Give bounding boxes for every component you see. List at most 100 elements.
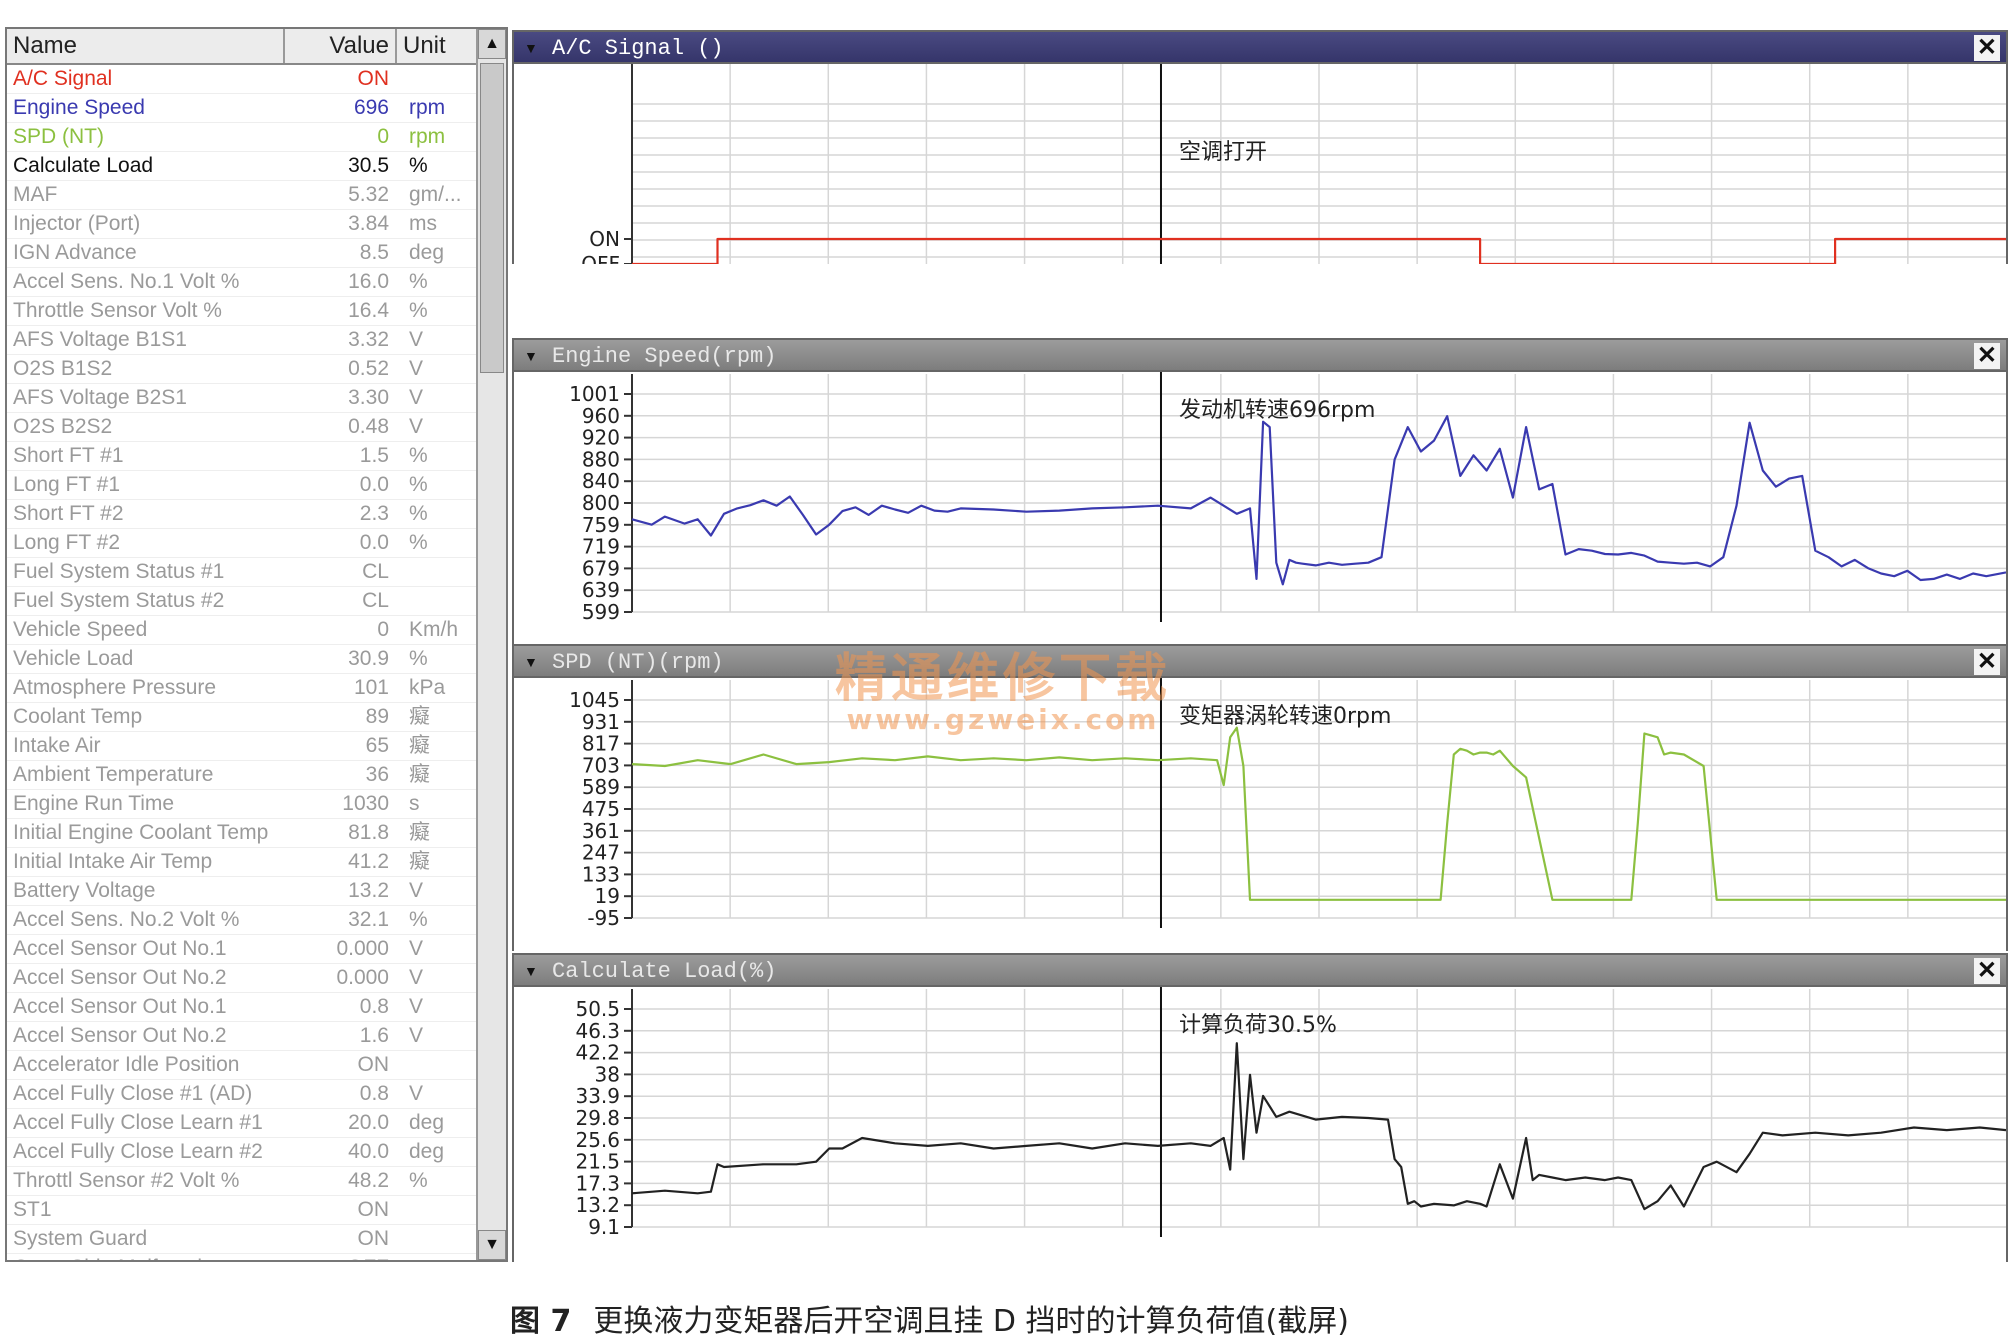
row-name: Accel Sensor Out No.1: [13, 995, 227, 1018]
row-name: SPD (NT): [13, 125, 104, 148]
row-unit: Km/h: [409, 618, 459, 641]
row-value: 41.2: [348, 850, 389, 873]
collapse-arrow-icon[interactable]: ▼: [524, 40, 538, 56]
table-row[interactable]: IGN Advance 8.5 deg: [7, 239, 478, 268]
row-unit: gm/...: [409, 183, 462, 206]
table-row[interactable]: Fuel System Status #2 CL: [7, 587, 478, 616]
table-row[interactable]: Vehicle Load 30.9%: [7, 645, 478, 674]
row-name: Accel Sensor Out No.2: [13, 966, 227, 989]
table-row[interactable]: Accel Sens. No.2 Volt % 32.1%: [7, 906, 478, 935]
table-row[interactable]: Accel Sens. No.1 Volt % 16.0%: [7, 268, 478, 297]
data-list-panel: Name Value Unit A/C Signal ON Engine Speed…: [5, 27, 508, 1262]
y-tick-label: 19: [595, 884, 620, 908]
row-unit: 癡: [409, 763, 430, 786]
spd-nt-plot: 104593181770358947536124713319-95 变矩器涡轮转速…: [569, 678, 2006, 930]
y-tick-label: 759: [582, 513, 620, 537]
close-icon[interactable]: ✕: [1973, 649, 2000, 675]
y-tick-label: 920: [582, 426, 620, 450]
column-header-name[interactable]: Name: [7, 29, 285, 63]
table-row[interactable]: Short FT #1 1.5%: [7, 442, 478, 471]
table-row[interactable]: Accelerator Idle Position ON: [7, 1051, 478, 1080]
table-row[interactable]: Calculate Load 30.5%: [7, 152, 478, 181]
table-row[interactable]: MAF 5.32 gm/...: [7, 181, 478, 210]
table-row[interactable]: Battery Voltage 13.2 V: [7, 877, 478, 906]
row-unit: %: [409, 270, 428, 293]
table-row[interactable]: System Guard ON: [7, 1225, 478, 1254]
row-name: Accel Sens. No.2 Volt %: [13, 908, 240, 931]
table-row[interactable]: O2S B2S2 0.48 V: [7, 413, 478, 442]
table-row[interactable]: Ambient Temperature 36 癡: [7, 761, 478, 790]
table-row[interactable]: Accel Sensor Out No.1 0.8 V: [7, 993, 478, 1022]
row-value: 3.84: [348, 212, 389, 235]
table-row[interactable]: O2S B1S2 0.52 V: [7, 355, 478, 384]
ac-signal-title-bar[interactable]: ▼ A/C Signal () ✕: [512, 30, 2008, 64]
calculate-load-title-bar[interactable]: ▼ Calculate Load(%) ✕: [512, 953, 2008, 987]
y-tick-label: 17.3: [575, 1171, 620, 1195]
scroll-down-arrow-icon[interactable]: ▼: [478, 1230, 506, 1260]
close-icon[interactable]: ✕: [1973, 343, 2000, 369]
row-name: O2S B1S2: [13, 357, 113, 380]
table-body: A/C Signal ON Engine Speed 696 rpm SPD (NT) 0 r…: [7, 65, 478, 1260]
engine-speed-plot-area: 1001 960 920 880 840 800 759 719 679 639 599 发动机转速6…: [512, 372, 2008, 647]
row-unit: %: [409, 647, 428, 670]
row-name: Vehicle Load: [13, 647, 134, 670]
table-row[interactable]: Accel Fully Close Learn #1 20.0 deg: [7, 1109, 478, 1138]
scrollbar-thumb[interactable]: [480, 63, 504, 373]
table-row[interactable]: Accel Sensor Out No.2 0.000 V: [7, 964, 478, 993]
row-unit: %: [409, 154, 428, 177]
row-value: 89: [365, 705, 389, 728]
table-row[interactable]: Accel Fully Close Learn #2 40.0 deg: [7, 1138, 478, 1167]
collapse-arrow-icon[interactable]: ▼: [524, 654, 538, 670]
table-row[interactable]: ST1 ON: [7, 1196, 478, 1225]
column-header-value[interactable]: Value: [285, 29, 397, 63]
spd-nt-title-bar[interactable]: ▼ SPD (NT)(rpm) ✕: [512, 644, 2008, 678]
scroll-up-arrow-icon[interactable]: ▲: [478, 29, 506, 59]
row-name: O2S B2S2: [13, 415, 113, 438]
table-row[interactable]: Open Side MalfunctionOFF: [7, 1254, 478, 1260]
row-value: 20.0: [348, 1111, 389, 1134]
collapse-arrow-icon[interactable]: ▼: [524, 963, 538, 979]
row-unit: kPa: [409, 676, 446, 699]
y-tick-label: 719: [582, 535, 620, 559]
table-row[interactable]: AFS Voltage B1S1 3.32 V: [7, 326, 478, 355]
table-row[interactable]: Accel Fully Close #1 (AD) 0.8 V: [7, 1080, 478, 1109]
vertical-scrollbar[interactable]: ▲ ▼: [476, 29, 506, 1260]
table-row[interactable]: Throttl Sensor #2 Volt % 48.2%: [7, 1167, 478, 1196]
close-icon[interactable]: ✕: [1973, 35, 2000, 61]
table-row[interactable]: Short FT #2 2.3%: [7, 500, 478, 529]
table-row[interactable]: Injector (Port) 3.84 ms: [7, 210, 478, 239]
table-row[interactable]: Accel Sensor Out No.1 0.000 V: [7, 935, 478, 964]
row-name: Atmosphere Pressure: [13, 676, 217, 699]
table-row[interactable]: Vehicle Speed 0 Km/h: [7, 616, 478, 645]
column-header-unit[interactable]: Unit: [397, 29, 478, 63]
close-icon[interactable]: ✕: [1973, 958, 2000, 984]
table-row[interactable]: Initial Intake Air Temp 41.2 癡: [7, 848, 478, 877]
engine-speed-title-bar[interactable]: ▼ Engine Speed(rpm) ✕: [512, 338, 2008, 372]
row-unit: V: [409, 1082, 424, 1105]
row-value: 8.5: [359, 241, 389, 264]
row-value: 1030: [342, 792, 389, 815]
row-name: Intake Air: [13, 734, 101, 757]
table-row[interactable]: Coolant Temp 89 癡: [7, 703, 478, 732]
y-tick-label: 42.2: [575, 1041, 620, 1065]
table-row[interactable]: A/C Signal ON: [7, 65, 478, 94]
table-row[interactable]: AFS Voltage B2S1 3.30 V: [7, 384, 478, 413]
table-row[interactable]: Initial Engine Coolant Temp 81.8 癡: [7, 819, 478, 848]
chart-title: Engine Speed(rpm): [552, 344, 777, 369]
calculate-load-plot: 50.546.342.23833.929.825.621.517.313.29.…: [575, 987, 2007, 1239]
table-row[interactable]: Fuel System Status #1 CL: [7, 558, 478, 587]
table-row[interactable]: Throttle Sensor Volt % 16.4%: [7, 297, 478, 326]
collapse-arrow-icon[interactable]: ▼: [524, 348, 538, 364]
table-row[interactable]: Intake Air 65 癡: [7, 732, 478, 761]
table-row[interactable]: Long FT #1 0.0%: [7, 471, 478, 500]
row-value: 101: [353, 676, 389, 699]
table-row[interactable]: Engine Speed 696 rpm: [7, 94, 478, 123]
table-row[interactable]: Accel Sensor Out No.2 1.6 V: [7, 1022, 478, 1051]
table-row[interactable]: Atmosphere Pressure 101 kPa: [7, 674, 478, 703]
table-row[interactable]: Long FT #2 0.0%: [7, 529, 478, 558]
table-row[interactable]: Engine Run Time 1030 s: [7, 790, 478, 819]
ac-signal-chart: ▼ A/C Signal () ✕ ON OFF 空调打开: [512, 30, 2008, 279]
row-unit: deg: [409, 241, 445, 264]
table-row[interactable]: SPD (NT) 0 rpm: [7, 123, 478, 152]
row-value: 696: [353, 96, 389, 119]
